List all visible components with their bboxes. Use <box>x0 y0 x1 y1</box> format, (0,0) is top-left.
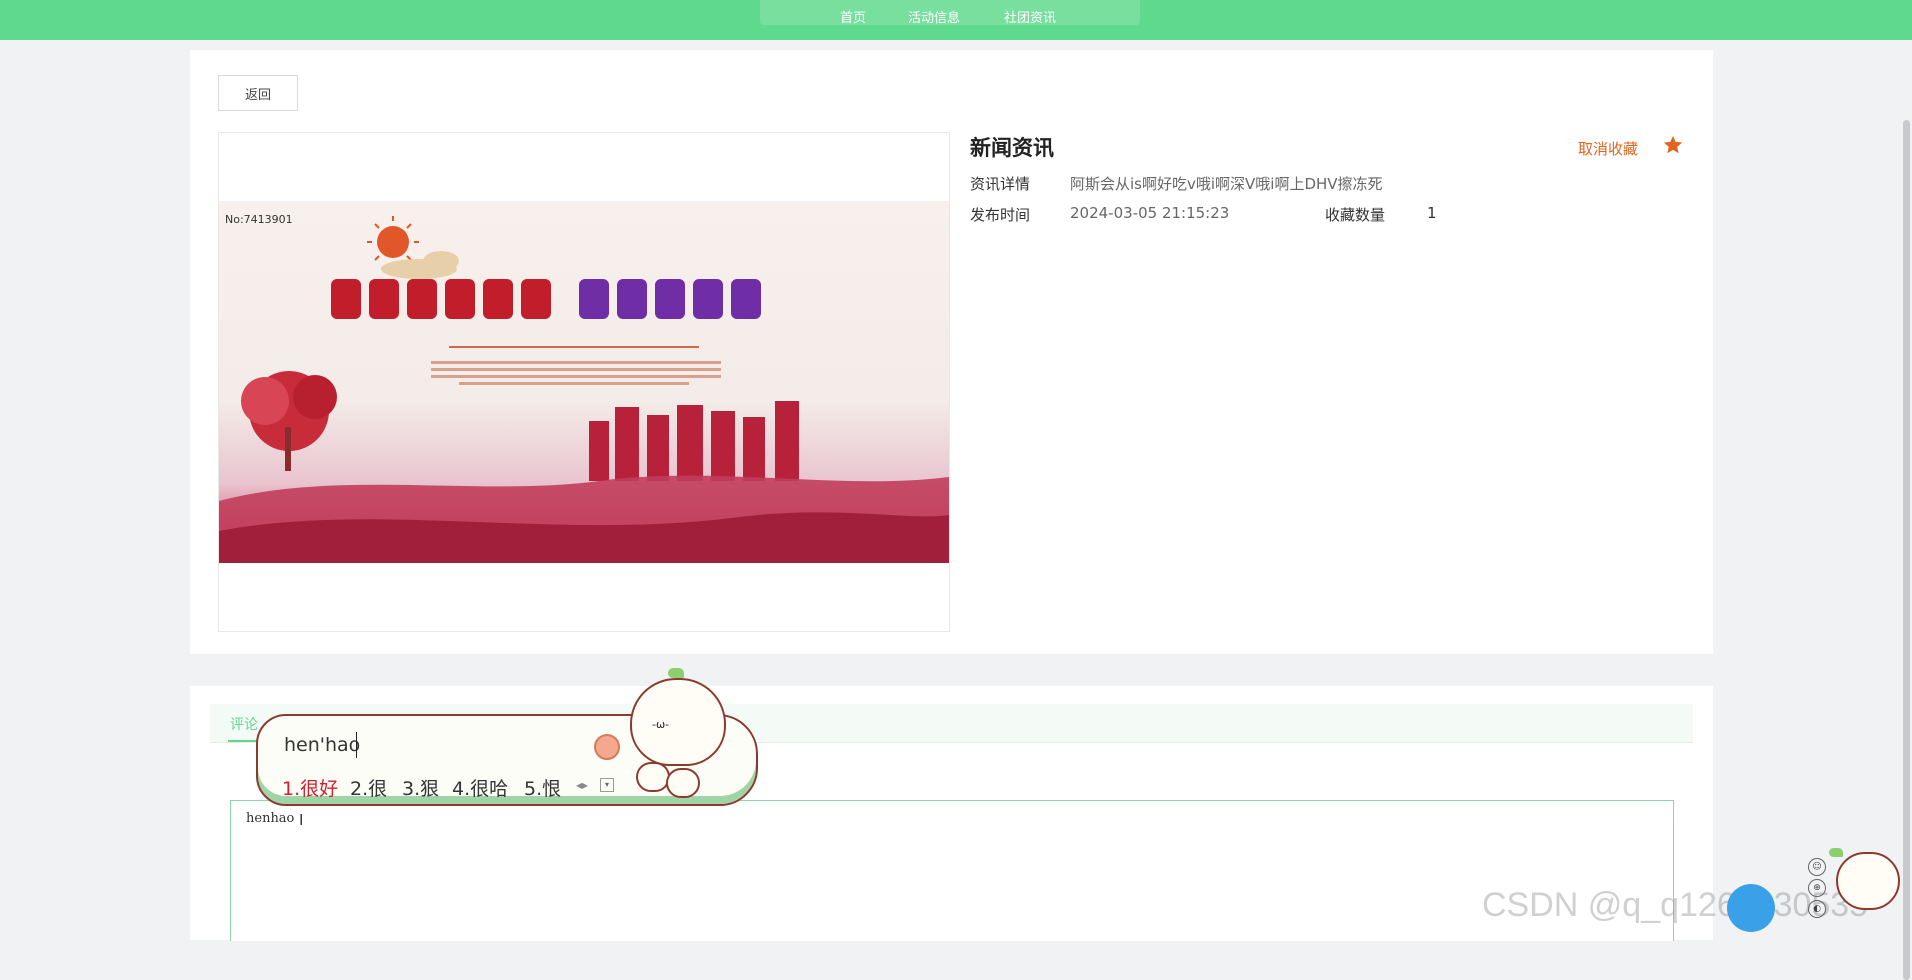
floating-action-button[interactable] <box>1727 884 1775 932</box>
ime-logo-icon[interactable] <box>594 734 620 760</box>
comment-input[interactable]: henhao I <box>230 800 1674 941</box>
page-scrollbar[interactable] <box>1900 40 1912 980</box>
banner-artwork <box>219 216 949 563</box>
nav-item-club-news[interactable]: 社团资讯 <box>1004 7 1056 26</box>
scrollbar-thumb[interactable] <box>1903 120 1910 980</box>
favorite-count-label: 收藏数量 <box>1325 206 1386 224</box>
text-cursor-icon: I <box>299 811 304 829</box>
top-nav-bar: 首页 活动信息 社团资讯 <box>0 0 1912 40</box>
content-value: 阿斯会从is啊好吃v哦i啊深V哦i啊上DHV擦冻死 <box>1070 175 1383 193</box>
main-nav: 首页 活动信息 社团资讯 <box>760 0 1140 26</box>
ime-candidate-2[interactable]: 2.很 <box>350 774 387 801</box>
ime-toolbar-mode-icon[interactable]: ⊕ <box>1808 879 1826 897</box>
publish-time-label: 发布时间 <box>970 206 1031 224</box>
ime-candidate-4[interactable]: 4.很哈 <box>452 774 508 801</box>
content-label: 资讯详情 <box>970 175 1031 193</box>
page-title: 新闻资讯 <box>970 136 1054 160</box>
tab-active-indicator <box>228 740 258 742</box>
ime-toolbar-emoji-icon[interactable]: ☺ <box>1808 858 1826 876</box>
favorite-count-value: 1 <box>1427 204 1437 222</box>
cancel-favorite-button[interactable]: 取消收藏 <box>1578 138 1638 159</box>
comment-input-value: henhao <box>246 811 295 826</box>
publish-time-value: 2024-03-05 21:15:23 <box>1070 204 1230 222</box>
mascot-face-icon: -ω- <box>652 718 670 731</box>
ime-candidate-1[interactable]: 1.很好 <box>282 774 338 801</box>
ime-side-toolbar: ☺ ⊕ ◐ <box>1808 858 1828 921</box>
ime-toolbar-punct-icon[interactable]: ◐ <box>1808 900 1826 918</box>
nav-item-home[interactable]: 首页 <box>840 7 866 26</box>
news-banner-image: No:7413901 <box>219 201 949 563</box>
back-button[interactable]: 返回 <box>218 75 298 111</box>
mascot-small-icon <box>636 762 670 792</box>
nav-item-activities[interactable]: 活动信息 <box>908 7 960 26</box>
mascot-leaf-icon <box>668 668 684 678</box>
ime-corner-mascot-icon <box>1836 852 1900 910</box>
ime-caret <box>356 732 357 758</box>
ime-composition-text: hen'hao <box>284 734 361 756</box>
ime-candidate-5[interactable]: 5.恨 <box>524 774 561 801</box>
star-icon[interactable] <box>1662 134 1684 156</box>
tab-comments[interactable]: 评论 <box>230 714 258 734</box>
news-image-frame: No:7413901 <box>218 132 950 632</box>
ime-candidate-3[interactable]: 3.狠 <box>402 774 439 801</box>
mascot-small-icon <box>666 768 700 798</box>
news-detail-panel: 返回 No:7413901 新闻资讯 取消收藏 资讯详情 阿斯会从is啊好吃v哦… <box>190 50 1713 654</box>
ime-mascot-icon <box>630 678 726 766</box>
mascot-leaf-icon <box>1829 848 1843 857</box>
image-number-label: No:7413901 <box>225 213 293 226</box>
ime-menu-icon[interactable]: ▾ <box>600 778 614 792</box>
ime-page-arrows-icon[interactable]: ◂▸ <box>576 778 588 792</box>
